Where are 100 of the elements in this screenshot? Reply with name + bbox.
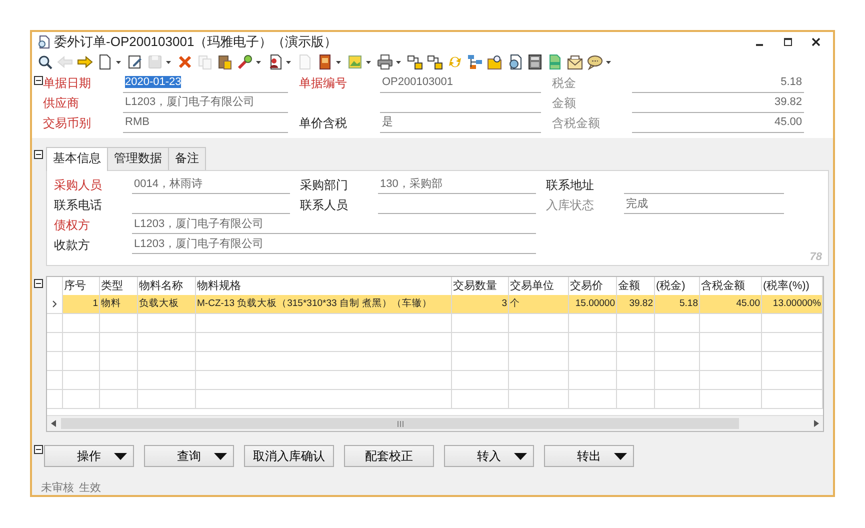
table-cell: 45.00 [700,295,762,314]
scroll-right-icon[interactable] [814,420,819,427]
table-row[interactable]: 1 物料 负载大板 M-CZ-13 负载大板（315*310*33 自制 煮黑）（车辙） 3 个 15.00000 39.82 5.18 45.00 13.00000% [47,295,823,314]
table-cell: 负载大板 [138,295,196,314]
folder-magnifier-icon[interactable] [487,54,503,70]
table-cell [138,352,196,371]
printer-icon[interactable] [377,54,393,70]
action-button[interactable]: 查询 [144,445,234,467]
window-title: 委外订单-OP200103001（玛雅电子）（演示版） [54,33,338,52]
table-cell: M-CZ-13 负载大板（315*310*33 自制 煮黑）（车辙） [196,295,452,314]
tree-diagram-icon[interactable] [467,54,483,70]
flowchart-icon[interactable] [407,54,423,70]
document-icon[interactable] [97,54,113,70]
action-button[interactable]: 取消入库确认 [244,445,334,467]
row-header-cell[interactable] [47,352,63,371]
close-icon[interactable] [811,37,821,48]
input-field[interactable]: RMB [123,113,288,133]
book-icon[interactable] [317,54,333,70]
input-field[interactable]: 2020-01-23 [123,73,288,93]
forward-arrow-icon[interactable] [77,54,93,70]
row-header-cell[interactable] [47,390,63,409]
input-field[interactable]: 0014，林雨诗 [132,175,290,194]
horizontal-scrollbar[interactable] [47,415,823,431]
input-field[interactable]: 5.18 [632,73,804,93]
table-cell [63,333,100,352]
clipboard-icon[interactable] [217,54,233,70]
collapse-icon[interactable] [34,76,43,85]
table-cell [138,371,196,390]
dropdown-caret-icon[interactable] [336,60,341,64]
tab[interactable]: 备注 [168,147,206,170]
table-cell [63,314,100,333]
row-header-cell[interactable] [47,371,63,390]
field-label: 交易币别 [43,115,92,132]
edit-document-icon[interactable] [127,54,143,70]
delete-icon[interactable] [177,54,193,70]
table-cell [452,371,509,390]
action-button[interactable]: 操作 [44,445,134,467]
dropdown-caret-icon[interactable] [366,60,371,64]
field-label: 联系地址 [545,177,595,194]
envelope-icon[interactable] [567,54,583,70]
caret-icon [614,453,627,460]
speech-bubble-icon[interactable] [587,54,603,70]
row-header-cell[interactable] [47,333,63,352]
table-cell [655,371,700,390]
action-button[interactable]: 转出 [544,445,634,467]
dropdown-caret-icon[interactable] [116,60,121,64]
table-cell [63,390,100,409]
maximize-icon[interactable] [783,37,793,48]
action-button[interactable]: 配套校正 [344,445,434,467]
collapse-icon[interactable] [34,150,43,159]
field-label: 单据日期 [43,75,92,92]
table-cell [100,390,138,409]
table-cell [569,371,617,390]
collapse-icon[interactable] [34,279,43,288]
table-cell [138,314,196,333]
input-field[interactable]: 是 [380,113,541,133]
dropdown-caret-icon[interactable] [606,60,611,64]
status-text: 未审核 [41,480,74,495]
input-field[interactable]: L1203，厦门电子有限公司 [132,235,536,254]
dropdown-caret-icon[interactable] [256,60,261,64]
table-cell [452,333,509,352]
table-cell [762,390,823,409]
dropdown-caret-icon[interactable] [396,60,401,64]
dropdown-caret-icon[interactable] [286,60,291,64]
field-label: 联系人员 [299,197,349,214]
collapse-icon[interactable] [34,445,43,454]
table-cell [509,371,569,390]
input-field[interactable]: L1203，厦门电子有限公司 [132,215,536,234]
tab[interactable]: 管理数据 [107,147,169,170]
input-field[interactable]: 完成 [624,195,784,214]
row-header-cell[interactable] [47,295,63,314]
table-cell: 5.18 [655,295,700,314]
table-cell [655,333,700,352]
table-cell [509,352,569,371]
field-label: 收款方 [53,237,91,254]
field-label: 债权方 [53,217,91,234]
field-label: 采购部门 [299,177,349,194]
table-cell [700,352,762,371]
input-field[interactable]: L1203，厦门电子有限公司 [123,93,288,113]
tab[interactable]: 基本信息 [46,147,108,171]
scroll-left-icon[interactable] [51,420,56,427]
flowchart-icon[interactable] [427,54,443,70]
table-cell [762,371,823,390]
input-field[interactable]: 39.82 [632,93,804,113]
magnifier-icon[interactable] [37,54,53,70]
table-cell [700,390,762,409]
calculator-icon[interactable] [527,54,543,70]
input-field[interactable]: OP200103001 [380,73,541,93]
clock-document-icon[interactable] [507,54,523,70]
field-label: 含税金额 [551,115,601,132]
table-cell [700,333,762,352]
action-button[interactable]: 转入 [444,445,534,467]
row-header-cell[interactable] [47,314,63,333]
input-field[interactable]: 130，采购部 [378,175,536,194]
field-label: 供应商 [43,95,80,112]
caret-icon [114,453,127,460]
table-cell [569,352,617,371]
table-cell: 物料 [100,295,138,314]
input-field[interactable]: 45.00 [632,113,804,133]
person-document-icon[interactable] [267,54,283,70]
